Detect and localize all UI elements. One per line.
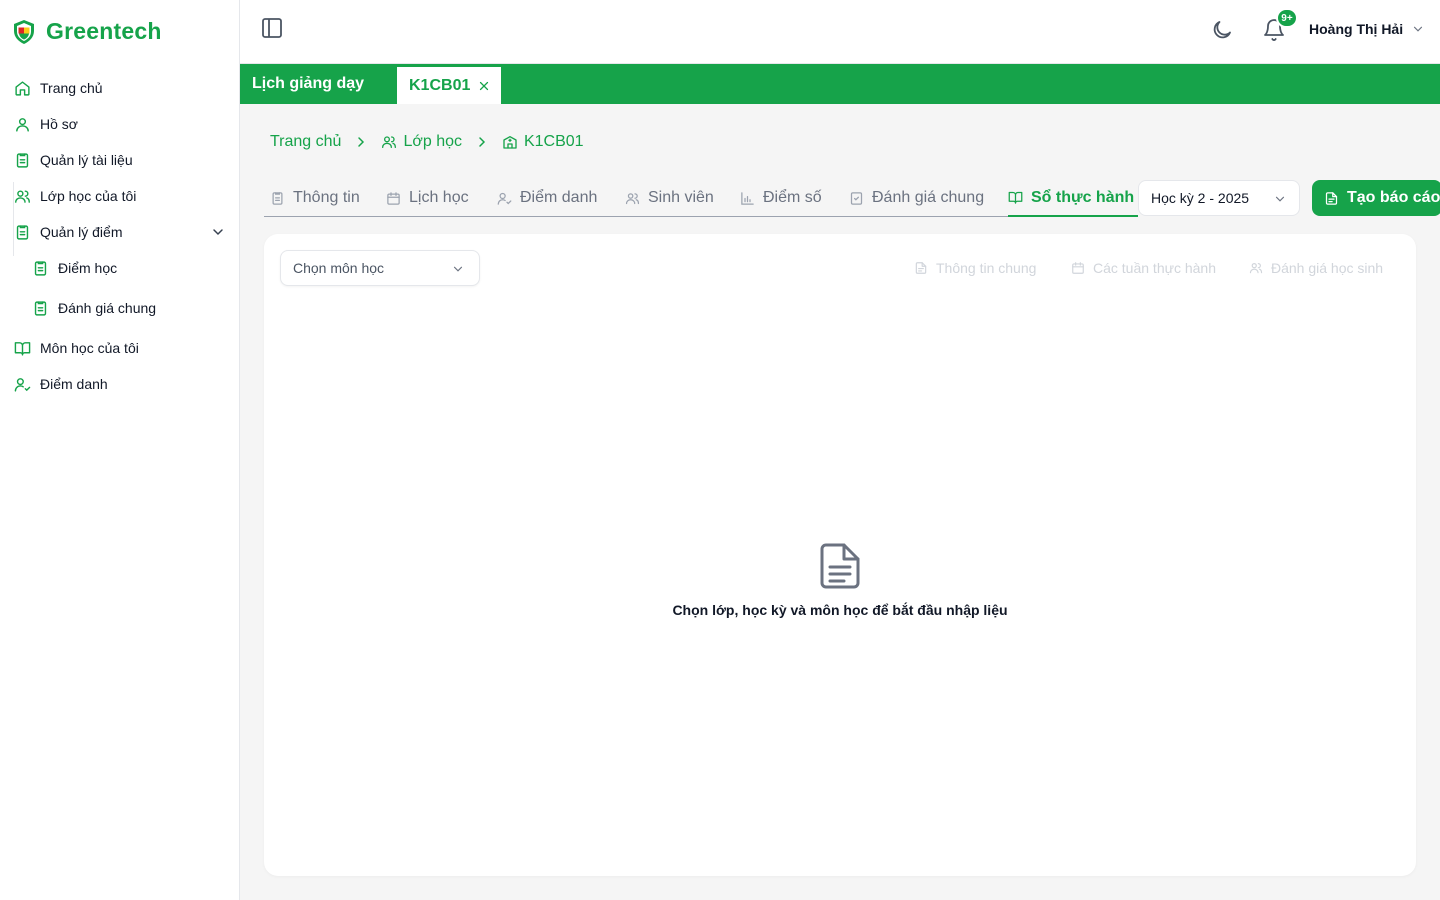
sidebar-item-label: Trang chủ	[40, 80, 103, 96]
create-report-label: Tạo báo cáo	[1347, 189, 1440, 206]
user-check-icon	[14, 376, 31, 393]
tab-label: Điểm danh	[520, 189, 598, 206]
brand[interactable]: Greentech	[12, 18, 162, 45]
school-icon	[502, 134, 518, 150]
subject-select[interactable]: Chọn môn học	[280, 250, 480, 286]
user-icon	[14, 116, 31, 133]
create-report-button[interactable]: Tạo báo cáo	[1312, 180, 1440, 216]
tab-practice-book[interactable]: Sổ thực hành	[1008, 180, 1139, 217]
page-tab-label: K1CB01	[409, 76, 471, 94]
sidebar-item-label: Lớp học của tôi	[40, 188, 137, 204]
chevron-down-icon	[1411, 22, 1425, 36]
chevron-down-icon	[1273, 192, 1287, 206]
sidebar-item-label: Điểm học	[58, 260, 118, 276]
chevron-right-icon	[474, 134, 490, 150]
tab-scores[interactable]: Điểm số	[740, 180, 822, 216]
subject-select-placeholder: Chọn môn học	[293, 260, 385, 276]
practice-book-panel: Chọn môn học Thông tin chung Các tuần th…	[264, 234, 1416, 876]
subtab-label: Thông tin chung	[936, 260, 1037, 276]
page-tab-schedule[interactable]: Lịch giảng dạy	[240, 64, 395, 104]
sidebar-item-my-subjects[interactable]: Môn học của tôi	[14, 336, 139, 360]
subtab-practice-weeks[interactable]: Các tuần thực hành	[1071, 258, 1216, 278]
tab-label: Thông tin	[293, 189, 360, 206]
file-icon	[914, 261, 928, 275]
sidebar-toggle-icon[interactable]	[260, 16, 284, 40]
top-header: 9+ Hoàng Thị Hải	[240, 0, 1440, 64]
breadcrumb-home[interactable]: Trang chủ	[270, 133, 341, 151]
breadcrumb-label: Trang chủ	[270, 133, 342, 150]
breadcrumb-label: Lớp học	[403, 133, 462, 150]
sidebar-item-general-evaluation[interactable]: Đánh giá chung	[32, 296, 156, 320]
tab-label: Sổ thực hành	[1031, 188, 1135, 206]
sidebar-item-home[interactable]: Trang chủ	[14, 76, 103, 100]
semester-value: Học kỳ 2 - 2025	[1151, 190, 1250, 206]
tab-attendance[interactable]: Điểm danh	[497, 180, 597, 216]
users-icon	[1249, 261, 1263, 275]
page-tab-bar: Lịch giảng dạy K1CB01	[240, 64, 1440, 104]
users-icon	[625, 191, 640, 206]
file-text-icon	[1324, 191, 1339, 206]
tab-label: Đánh giá chung	[872, 189, 985, 206]
chevron-down-icon[interactable]	[210, 224, 226, 240]
user-check-icon	[497, 191, 512, 206]
subtab-student-evaluation[interactable]: Đánh giá học sinh	[1249, 258, 1383, 278]
sidebar-item-label: Môn học của tôi	[40, 340, 139, 356]
sidebar-item-label: Đánh giá chung	[58, 300, 157, 316]
shield-logo-icon	[12, 19, 36, 45]
empty-state: Chọn lớp, học kỳ và môn học để bắt đầu n…	[264, 542, 1416, 618]
bar-chart-icon	[740, 191, 755, 206]
breadcrumb: Trang chủ Lớp học K1CB01	[270, 130, 584, 154]
breadcrumb-classes[interactable]: Lớp học	[381, 133, 462, 151]
sidebar-item-grade-management[interactable]: Quản lý điểm	[14, 220, 226, 244]
sidebar-item-documents[interactable]: Quản lý tài liệu	[14, 148, 133, 172]
clipboard-icon	[32, 260, 49, 277]
file-text-icon	[818, 542, 862, 590]
document-icon	[14, 152, 31, 169]
brand-name: Greentech	[46, 18, 162, 44]
page-tab-class[interactable]: K1CB01	[397, 67, 501, 104]
breadcrumb-label: K1CB01	[523, 133, 584, 150]
tab-label: Điểm số	[763, 189, 822, 206]
sidebar-item-label: Quản lý điểm	[40, 224, 123, 240]
chevron-down-icon	[451, 262, 465, 276]
sidebar-item-attendance[interactable]: Điểm danh	[14, 372, 108, 396]
user-name: Hoàng Thị Hải	[1309, 21, 1404, 37]
sidebar-item-label: Hồ sơ	[40, 116, 78, 132]
clipboard-icon	[14, 224, 31, 241]
moon-icon[interactable]	[1210, 18, 1234, 42]
sidebar-item-label: Quản lý tài liệu	[40, 152, 133, 168]
calendar-icon	[386, 191, 401, 206]
tab-students[interactable]: Sinh viên	[625, 180, 714, 216]
tab-schedule[interactable]: Lịch học	[386, 180, 469, 216]
semester-select[interactable]: Học kỳ 2 - 2025	[1138, 180, 1300, 216]
section-tabs: Thông tin Lịch học Điểm danh Sinh viên Đ…	[264, 180, 1139, 217]
check-square-icon	[849, 191, 864, 206]
close-icon[interactable]	[478, 80, 490, 92]
empty-state-message: Chọn lớp, học kỳ và môn học để bắt đầu n…	[672, 602, 1008, 618]
sidebar-item-my-classes[interactable]: Lớp học của tôi	[14, 184, 136, 208]
home-icon	[14, 80, 31, 97]
subtab-general-info[interactable]: Thông tin chung	[914, 258, 1036, 278]
breadcrumb-current: K1CB01	[502, 133, 584, 151]
chevron-right-icon	[353, 134, 369, 150]
clipboard-icon	[270, 191, 285, 206]
calendar-icon	[1071, 261, 1085, 275]
sidebar-item-profile[interactable]: Hồ sơ	[14, 112, 78, 136]
user-menu[interactable]: Hoàng Thị Hải	[1309, 18, 1425, 40]
notification-badge: 9+	[1276, 8, 1298, 28]
tab-label: Lịch học	[409, 189, 469, 206]
book-open-icon	[1008, 190, 1023, 205]
sidebar-item-grades[interactable]: Điểm học	[32, 256, 117, 280]
tab-label: Sinh viên	[648, 189, 714, 206]
users-icon	[14, 188, 31, 205]
sidebar-item-label: Điểm danh	[40, 376, 108, 392]
tab-general-evaluation[interactable]: Đánh giá chung	[849, 180, 984, 216]
book-open-icon	[14, 340, 31, 357]
tab-info[interactable]: Thông tin	[270, 180, 360, 216]
subtab-label: Các tuần thực hành	[1093, 260, 1217, 276]
users-icon	[381, 134, 397, 150]
subtab-label: Đánh giá học sinh	[1271, 260, 1384, 276]
sidebar: Greentech Trang chủ Hồ sơ Quản lý tài li…	[0, 0, 240, 900]
clipboard-icon	[32, 300, 49, 317]
